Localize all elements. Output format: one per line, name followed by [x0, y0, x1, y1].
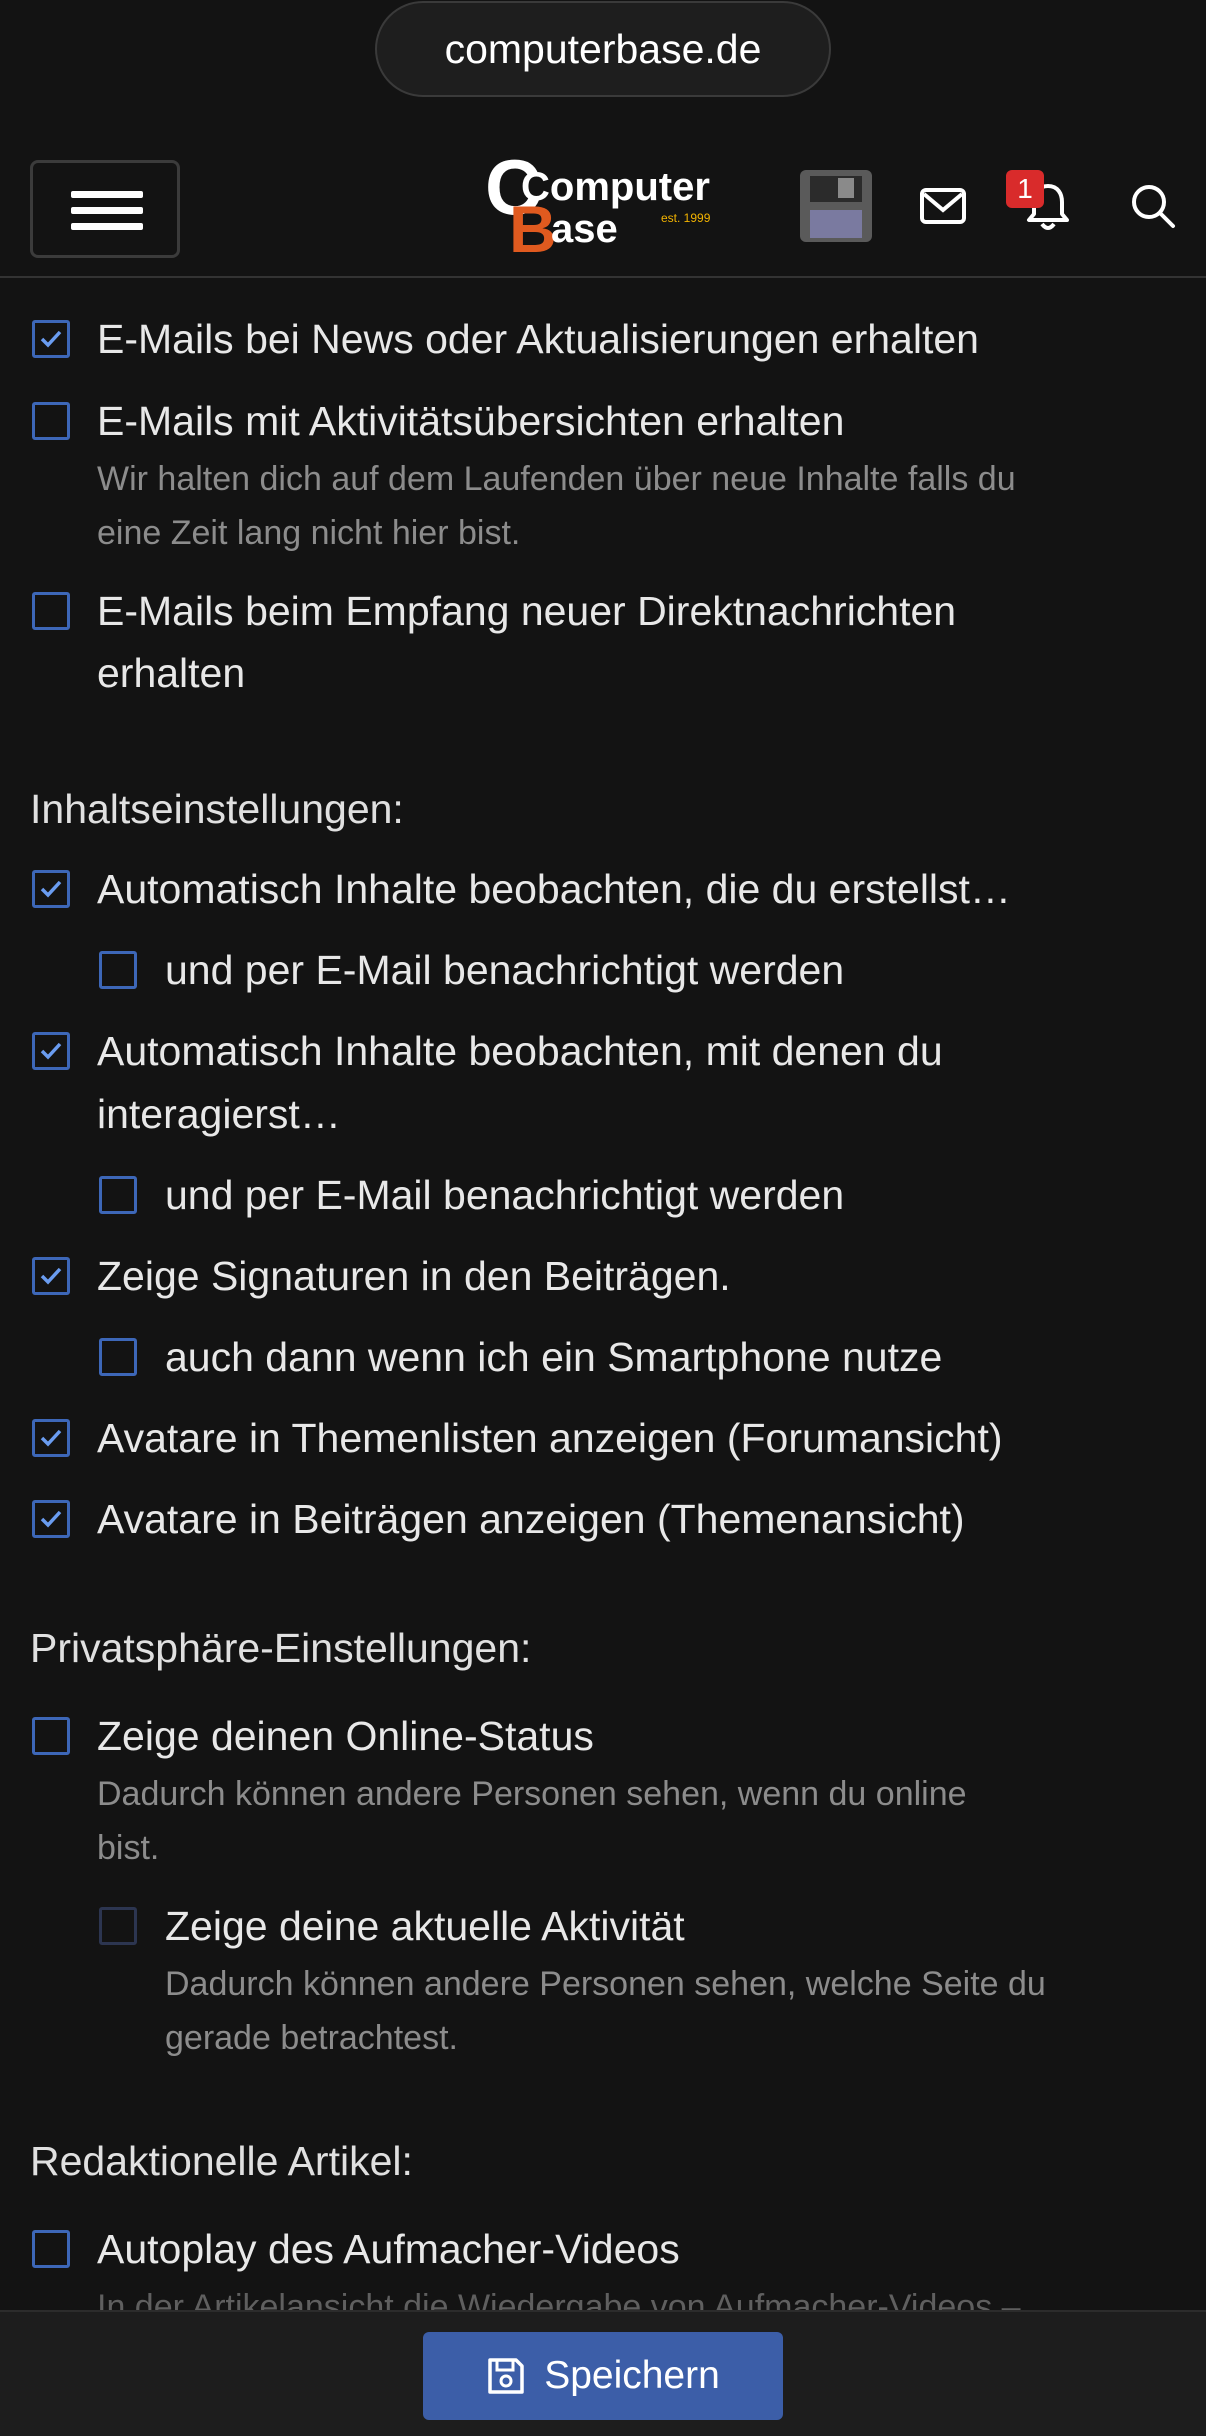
hint-online-status-1: Dadurch können andere Personen sehen, we… [97, 1775, 967, 1813]
sticky-footer: Speichern [0, 2310, 1206, 2436]
save-button-label: Speichern [544, 2354, 720, 2397]
url-pill[interactable]: computerbase.de [375, 1, 831, 97]
checkbox-watch-created[interactable] [32, 870, 70, 908]
hint-current-activity-1: Dadurch können andere Personen sehen, we… [165, 1965, 1046, 2003]
site-header: C Computer B ase est. 1999 1 [0, 110, 1206, 278]
label-direct-messages-2: erhalten [97, 650, 246, 696]
checkbox-activity-summary[interactable] [32, 402, 70, 440]
svg-text:B: B [509, 192, 557, 260]
hint-online-status-2: bist. [97, 1829, 160, 1867]
label-watch-interacted-email: und per E-Mail benachrichtigt werden [165, 1172, 845, 1218]
section-title-content: Inhaltseinstellungen: [30, 786, 404, 832]
checkbox-direct-messages[interactable] [32, 592, 70, 630]
checkbox-online-status[interactable] [32, 1717, 70, 1755]
url-text: computerbase.de [444, 25, 762, 72]
label-online-status: Zeige deinen Online-Status [97, 1713, 594, 1759]
checkbox-news-emails[interactable] [32, 320, 70, 358]
search-icon[interactable] [1117, 170, 1189, 242]
checkbox-signatures-smartphone[interactable] [99, 1338, 137, 1376]
checkbox-watch-interacted-email[interactable] [99, 1176, 137, 1214]
checkbox-avatars-forum[interactable] [32, 1419, 70, 1457]
menu-button[interactable] [30, 160, 180, 258]
svg-text:est. 1999: est. 1999 [661, 211, 711, 225]
label-watch-interacted-1: Automatisch Inhalte beobachten, mit dene… [97, 1028, 943, 1074]
label-direct-messages-1: E-Mails beim Empfang neuer Direktnachric… [97, 588, 957, 634]
label-show-signatures: Zeige Signaturen in den Beiträgen. [97, 1253, 731, 1299]
hint-activity-summary-1: Wir halten dich auf dem Laufenden über n… [97, 460, 1016, 498]
notification-badge: 1 [1006, 170, 1044, 208]
label-watch-created-email: und per E-Mail benachrichtigt werden [165, 947, 845, 993]
checkbox-show-signatures[interactable] [32, 1257, 70, 1295]
hint-current-activity-2: gerade betrachtest. [165, 2019, 458, 2057]
checkbox-watch-created-email[interactable] [99, 951, 137, 989]
site-logo[interactable]: C Computer B ase est. 1999 [485, 143, 725, 266]
svg-text:ase: ase [551, 207, 618, 251]
preferences-content: E-Mails bei News oder Aktualisierungen e… [0, 280, 1206, 2310]
label-watch-created: Automatisch Inhalte beobachten, die du e… [97, 866, 1011, 912]
hint-autoplay-video: In der Artikelansicht die Wiedergabe von… [97, 2288, 1021, 2310]
label-activity-summary: E-Mails mit Aktivitätsübersichten erhalt… [97, 398, 845, 444]
checkbox-avatars-posts[interactable] [32, 1500, 70, 1538]
save-button[interactable]: Speichern [423, 2332, 783, 2420]
hint-activity-summary-2: eine Zeit lang nicht hier bist. [97, 514, 521, 552]
checkbox-autoplay-video[interactable] [32, 2230, 70, 2268]
label-watch-interacted-2: interagierst… [97, 1091, 341, 1137]
browser-bar: computerbase.de [0, 0, 1206, 110]
section-title-editorial: Redaktionelle Artikel: [30, 2138, 413, 2184]
avatar[interactable] [800, 170, 872, 242]
menu-icon [71, 191, 143, 198]
section-title-privacy: Privatsphäre-Einstellungen: [30, 1625, 532, 1671]
label-news-emails: E-Mails bei News oder Aktualisierungen e… [97, 316, 979, 362]
label-signatures-smartphone: auch dann wenn ich ein Smartphone nutze [165, 1334, 943, 1380]
label-current-activity: Zeige deine aktuelle Aktivität [165, 1903, 685, 1949]
floppy-disk-icon [488, 2358, 524, 2394]
label-avatars-forum: Avatare in Themenlisten anzeigen (Foruma… [97, 1415, 1003, 1461]
checkbox-current-activity[interactable] [99, 1907, 137, 1945]
mail-icon[interactable] [907, 170, 979, 242]
checkbox-watch-interacted[interactable] [32, 1032, 70, 1070]
label-autoplay-video: Autoplay des Aufmacher-Videos [97, 2226, 680, 2272]
label-avatars-posts: Avatare in Beiträgen anzeigen (Themenans… [97, 1496, 965, 1542]
